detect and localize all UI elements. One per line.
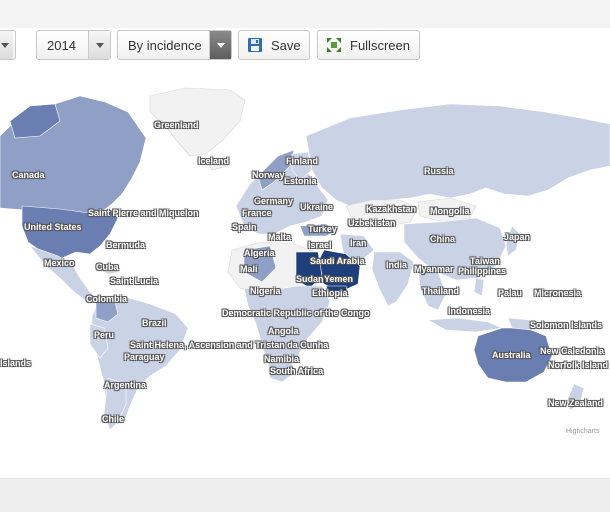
map-label-mexico: Mexico bbox=[44, 258, 75, 268]
save-button-label: Save bbox=[271, 37, 301, 53]
map-label-ethiopia: Ethiopia bbox=[312, 288, 348, 298]
map-label-chile: Chile bbox=[102, 414, 125, 424]
map-label-india: India bbox=[386, 260, 408, 270]
world-map-svg bbox=[0, 87, 610, 431]
map-label-estonia: Estonia bbox=[284, 176, 317, 186]
map-label-argentina: Argentina bbox=[104, 380, 147, 390]
world-map[interactable]: Greenland Iceland Finland Norway Estonia… bbox=[0, 66, 610, 446]
map-label-nigeria: Nigeria bbox=[250, 286, 281, 296]
country-russia[interactable] bbox=[305, 103, 610, 207]
mode-select-value: By incidence bbox=[128, 37, 202, 53]
country-select[interactable] bbox=[0, 30, 16, 60]
country-philippines[interactable] bbox=[473, 277, 485, 297]
map-label-new-caledonia: New Caledonia bbox=[540, 346, 605, 356]
map-label-spain: Spain bbox=[232, 222, 257, 232]
map-label-drc: Democratic Republic of the Congo bbox=[222, 308, 370, 318]
map-label-indonesia: Indonesia bbox=[448, 306, 491, 316]
map-label-south-africa: South Africa bbox=[270, 366, 324, 376]
map-label-iceland: Iceland bbox=[198, 156, 230, 166]
map-label-mali: Mali bbox=[240, 264, 258, 274]
map-label-uzbekistan: Uzbekistan bbox=[348, 218, 396, 228]
map-label-solomon-islands: Solomon Islands bbox=[530, 320, 603, 330]
map-label-turkey: Turkey bbox=[308, 224, 337, 234]
map-label-thailand: Thailand bbox=[422, 286, 460, 296]
map-label-ukraine: Ukraine bbox=[300, 202, 334, 212]
map-label-bermuda: Bermuda bbox=[106, 240, 146, 250]
fullscreen-button-label: Fullscreen bbox=[350, 37, 410, 53]
map-label-palau: Palau bbox=[498, 288, 523, 298]
map-label-cuba: Cuba bbox=[96, 262, 119, 272]
map-label-kazakhstan: Kazakhstan bbox=[366, 204, 417, 214]
mode-select[interactable]: By incidence bbox=[117, 30, 232, 60]
country-indonesia[interactable] bbox=[426, 317, 504, 333]
map-label-mongolia: Mongolia bbox=[430, 206, 470, 216]
map-label-algeria: Algeria bbox=[244, 248, 275, 258]
map-label-islands: Islands bbox=[0, 358, 32, 368]
top-strip bbox=[0, 0, 610, 28]
map-label-philippines: Philippines bbox=[458, 266, 507, 276]
map-label-saudi-arabia: Saudi Arabia bbox=[310, 256, 365, 266]
map-label-saint-helena: Saint Helena, Ascension and Tristan da C… bbox=[130, 340, 329, 350]
map-label-greenland: Greenland bbox=[154, 120, 199, 130]
year-select[interactable]: 2014 bbox=[36, 30, 111, 60]
map-label-paraguay: Paraguay bbox=[124, 352, 165, 362]
map-label-colombia: Colombia bbox=[86, 294, 128, 304]
map-label-germany: Germany bbox=[254, 196, 294, 206]
map-label-iran: Iran bbox=[350, 238, 367, 248]
map-label-brazil: Brazil bbox=[142, 318, 167, 328]
map-label-sudan: Sudan bbox=[296, 274, 324, 284]
map-label-finland: Finland bbox=[286, 156, 318, 166]
map-label-norway: Norway bbox=[252, 170, 285, 180]
chevron-down-icon[interactable] bbox=[0, 31, 13, 59]
save-icon bbox=[247, 37, 263, 53]
map-label-israel: Israel bbox=[308, 240, 332, 250]
map-label-new-zealand: New Zealand bbox=[548, 398, 604, 408]
map-label-yemen: Yemen bbox=[324, 274, 354, 284]
map-label-japan: Japan bbox=[504, 232, 531, 242]
map-label-canada: Canada bbox=[12, 170, 45, 180]
fullscreen-icon bbox=[326, 37, 342, 53]
map-label-australia: Australia bbox=[492, 350, 531, 360]
map-label-peru: Peru bbox=[94, 330, 115, 340]
bottom-bar bbox=[0, 480, 610, 512]
map-label-malta: Malta bbox=[268, 232, 292, 242]
year-select-value: 2014 bbox=[47, 37, 76, 53]
save-button[interactable]: Save bbox=[238, 30, 310, 60]
map-label-micronesia: Micronesia bbox=[534, 288, 582, 298]
map-label-angola: Angola bbox=[268, 326, 299, 336]
map-label-united-states: United States bbox=[24, 222, 82, 232]
map-label-norfolk-island: Norfolk Island bbox=[548, 360, 609, 370]
map-label-myanmar: Myanmar bbox=[414, 264, 454, 274]
map-label-namibia: Namibia bbox=[264, 354, 300, 364]
map-label-taiwan: Taiwan bbox=[470, 256, 500, 266]
map-credits-link[interactable]: Highcharts bbox=[566, 428, 599, 435]
fullscreen-button[interactable]: Fullscreen bbox=[317, 30, 420, 60]
chevron-down-icon[interactable] bbox=[209, 31, 231, 59]
map-label-russia: Russia bbox=[424, 166, 454, 176]
map-label-saint-lucia: Saint Lucia bbox=[110, 276, 159, 286]
map-label-france: France bbox=[242, 208, 272, 218]
map-label-saint-pierre: Saint Pierre and Miquelon bbox=[88, 208, 199, 218]
chevron-down-icon[interactable] bbox=[88, 31, 110, 59]
map-label-china: China bbox=[430, 234, 456, 244]
